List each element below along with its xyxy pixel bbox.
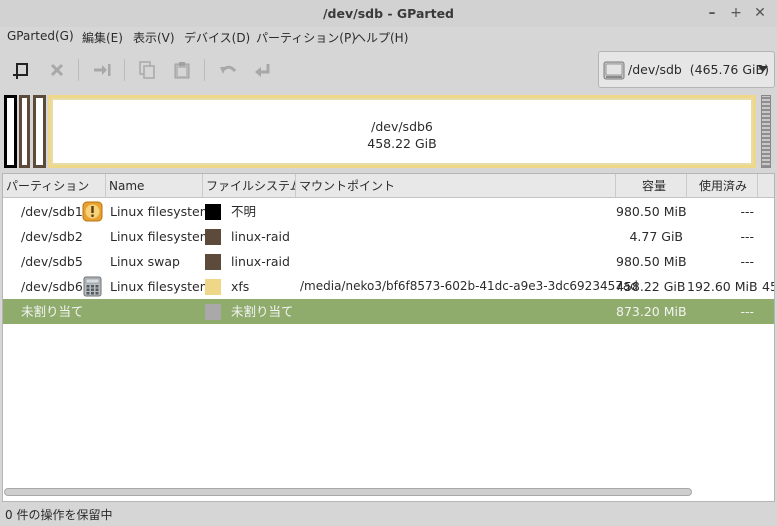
lock-keypad-icon (83, 276, 102, 297)
device-selector[interactable]: /dev/sdb (465.76 GiB) (598, 51, 775, 88)
minimize-button[interactable]: – (703, 4, 721, 22)
used-cell: --- (740, 254, 754, 269)
fs-color-swatch (205, 304, 221, 320)
size-cell: 980.50 MiB (616, 204, 687, 219)
resize-move-icon (94, 64, 111, 76)
used-cell: 192.60 MiB (687, 279, 758, 294)
resize-move-button[interactable] (89, 57, 115, 83)
fs-color-swatch (205, 204, 221, 220)
partition-cell: /dev/sdb1 (21, 204, 83, 219)
new-partition-icon (13, 63, 28, 79)
size-cell: 4.77 GiB (629, 229, 683, 244)
disk-map: /dev/sdb6 458.22 GiB (4, 95, 774, 168)
name-cell: Linux filesystem (110, 229, 212, 244)
column-extra[interactable] (758, 174, 774, 198)
name-cell: Linux swap (110, 254, 180, 269)
copy-icon (139, 61, 155, 79)
maximize-button[interactable]: + (727, 4, 745, 22)
menu-help[interactable]: ヘルプ(H) (354, 29, 408, 46)
window-title: /dev/sdb - GParted (322, 6, 455, 21)
pending-operations-status: 0 件の操作を保留中 (5, 508, 113, 522)
mountpoint-cell: /media/neko3/bf6f8573-602b-41dc-a9e3-3dc… (300, 279, 638, 293)
filesystem-cell: linux-raid (231, 254, 290, 269)
close-button[interactable]: ✕ (751, 4, 769, 22)
unused-cell-truncated: 45 (762, 279, 774, 294)
name-cell: Linux filesystem (110, 204, 212, 219)
toolbar-separator (78, 59, 79, 81)
name-cell: Linux filesystem (110, 279, 212, 294)
warning-icon (82, 201, 103, 222)
undo-icon (220, 65, 237, 74)
disk-map-sdb6-name: /dev/sdb6 (371, 119, 433, 134)
apply-icon (255, 64, 270, 77)
table-row[interactable]: /dev/sdb1 Linux filesystem 不明 980.50 MiB… (3, 199, 774, 224)
menu-bar: GParted(G) 編集(E) 表示(V) デバイス(D) パーティション(P… (0, 27, 777, 47)
used-cell: --- (740, 204, 754, 219)
fs-color-swatch (205, 229, 221, 245)
partition-cell: /dev/sdb2 (21, 229, 83, 244)
partition-cell: /dev/sdb5 (21, 254, 83, 269)
filesystem-cell: 不明 (231, 204, 257, 219)
title-bar: /dev/sdb - GParted – + ✕ (0, 0, 777, 27)
disk-map-sdb5[interactable] (33, 95, 46, 168)
menu-view[interactable]: 表示(V) (133, 29, 175, 46)
device-label: /dev/sdb (465.76 GiB) (628, 62, 769, 77)
toolbar: /dev/sdb (465.76 GiB) (0, 47, 777, 94)
toolbar-separator (124, 59, 125, 81)
menu-gparted[interactable]: GParted(G) (7, 29, 74, 43)
fs-color-swatch (205, 279, 221, 295)
used-cell: --- (740, 304, 754, 319)
table-row[interactable]: /dev/sdb2 Linux filesystem linux-raid 4.… (3, 224, 774, 249)
table-row[interactable]: /dev/sdb6 Linux filesystem xfs /media/ne… (3, 274, 774, 299)
paste-icon (174, 62, 190, 79)
status-bar: 0 件の操作を保留中 (0, 503, 777, 526)
partition-cell: /dev/sdb6 (21, 279, 83, 294)
disk-map-sdb1[interactable] (4, 95, 17, 168)
disk-map-sdb6-size: 458.22 GiB (367, 136, 437, 151)
column-mountpoint[interactable]: マウントポイント (296, 174, 616, 198)
table-row-selected[interactable]: 未割り当て 未割り当て 873.20 MiB --- (3, 299, 774, 324)
delete-icon (50, 63, 64, 77)
horizontal-scrollbar[interactable] (2, 486, 770, 498)
size-cell: 873.20 MiB (616, 304, 687, 319)
copy-button[interactable] (134, 57, 160, 83)
column-partition[interactable]: パーティション (3, 174, 106, 198)
disk-map-sdb6[interactable]: /dev/sdb6 458.22 GiB (48, 95, 756, 168)
table-header: パーティション Name ファイルシステム マウントポイント 容量 使用済み (3, 174, 774, 198)
filesystem-cell: xfs (231, 279, 250, 294)
scrollbar-thumb[interactable] (4, 488, 692, 496)
paste-button[interactable] (169, 57, 195, 83)
delete-partition-button[interactable] (44, 57, 70, 83)
column-size[interactable]: 容量 (616, 174, 687, 198)
fs-color-swatch (205, 254, 221, 270)
menu-edit[interactable]: 編集(E) (82, 29, 123, 46)
new-partition-button[interactable] (8, 57, 34, 83)
menu-device[interactable]: デバイス(D) (184, 29, 250, 46)
column-name[interactable]: Name (106, 174, 203, 198)
chevron-down-icon (758, 66, 768, 72)
column-used[interactable]: 使用済み (687, 174, 758, 198)
partition-cell: 未割り当て (21, 304, 84, 319)
hard-disk-icon (603, 61, 625, 80)
column-filesystem[interactable]: ファイルシステム (203, 174, 296, 198)
toolbar-separator (204, 59, 205, 81)
size-cell: 980.50 MiB (616, 254, 687, 269)
disk-map-unallocated[interactable] (761, 95, 771, 168)
apply-button[interactable] (250, 57, 276, 83)
undo-button[interactable] (215, 57, 241, 83)
table-row[interactable]: /dev/sdb5 Linux swap linux-raid 980.50 M… (3, 249, 774, 274)
used-cell: --- (740, 229, 754, 244)
menu-partition[interactable]: パーティション(P) (256, 29, 356, 46)
size-cell: 458.22 GiB (616, 279, 686, 294)
filesystem-cell: linux-raid (231, 229, 290, 244)
filesystem-cell: 未割り当て (231, 304, 294, 319)
partition-table: パーティション Name ファイルシステム マウントポイント 容量 使用済み /… (2, 173, 775, 502)
disk-map-sdb2[interactable] (19, 95, 30, 168)
